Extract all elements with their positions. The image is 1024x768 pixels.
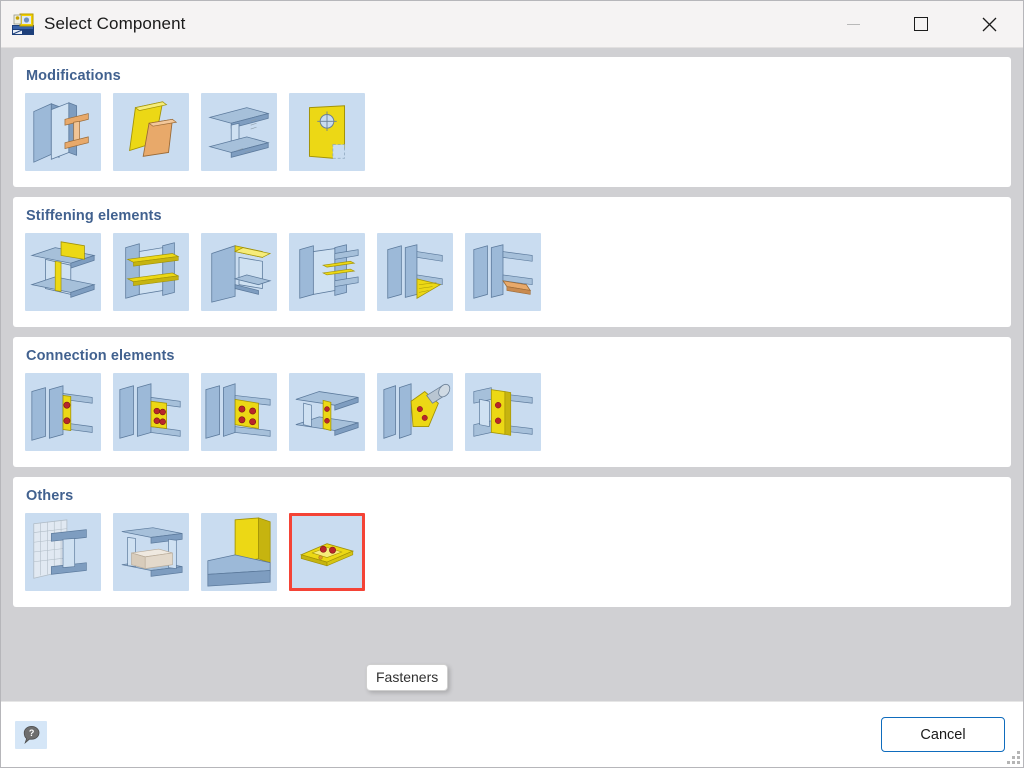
multi-rib-stiffener-icon <box>299 244 359 299</box>
select-component-dialog: Select Component Modifications Stiffening… <box>0 0 1024 768</box>
thumbnail-bolted-plate-connection[interactable] <box>201 373 277 451</box>
thumbnail-row <box>13 513 1011 591</box>
group-connection-elements: Connection elements <box>13 337 1011 467</box>
fasteners-element-icon <box>300 543 354 567</box>
concrete-block-element-icon <box>121 527 183 577</box>
thumbnail-row <box>13 373 1011 451</box>
thumbnail-top-plate-stiffener[interactable] <box>201 233 277 311</box>
beam-notch-modification-icon <box>209 107 269 158</box>
thumbnail-concrete-block-element[interactable] <box>113 513 189 591</box>
web-cleat-connection-icon <box>295 391 359 436</box>
group-title: Stiffening elements <box>26 208 162 224</box>
maximize-button[interactable] <box>887 1 955 47</box>
group-stiffening-elements: Stiffening elements <box>13 197 1011 327</box>
splice-plate-connection-icon <box>473 387 533 437</box>
thumbnail-haunch-stiffener[interactable] <box>377 233 453 311</box>
thumbnail-fin-plate-connection[interactable] <box>113 373 189 451</box>
thumbnail-splice-plate-connection[interactable] <box>465 373 541 451</box>
app-icon <box>12 13 34 35</box>
beam-cut-modification-icon <box>33 102 89 163</box>
group-title: Connection elements <box>26 348 175 364</box>
window-title: Select Component <box>44 14 186 33</box>
bolted-plate-connection-icon <box>205 383 271 439</box>
thumbnail-beam-cut-modification[interactable] <box>25 93 101 171</box>
group-modifications: Modifications <box>13 57 1011 187</box>
thumbnail-fasteners-element[interactable] <box>289 513 365 591</box>
tube-gusset-connection-icon <box>383 381 452 439</box>
thumbnail-angle-stiffener[interactable] <box>465 233 541 311</box>
thumbnail-end-plate-connection[interactable] <box>25 373 101 451</box>
thumbnail-double-flange-stiffener[interactable] <box>113 233 189 311</box>
plate-hole-modification-icon <box>308 105 346 159</box>
thumbnail-web-stiffener[interactable] <box>25 233 101 311</box>
thumbnail-plate-bend-modification[interactable] <box>113 93 189 171</box>
help-button[interactable]: ? <box>15 720 47 749</box>
group-others: Others <box>13 477 1011 607</box>
haunch-stiffener-icon <box>387 244 443 299</box>
thumbnail-multi-rib-stiffener[interactable] <box>289 233 365 311</box>
group-title: Others <box>26 488 74 504</box>
fin-plate-connection-icon <box>119 383 181 439</box>
close-icon <box>982 17 996 31</box>
thumbnail-beam-notch-modification[interactable] <box>201 93 277 171</box>
mesh-wall-element-icon <box>33 519 87 579</box>
thumbnail-weld-seam-element[interactable] <box>201 513 277 591</box>
close-button[interactable] <box>955 1 1023 47</box>
thumbnail-plate-hole-modification[interactable] <box>289 93 365 171</box>
minimize-icon <box>846 23 860 25</box>
svg-text:?: ? <box>28 728 33 738</box>
end-plate-connection-icon <box>31 385 93 441</box>
cancel-button[interactable]: Cancel <box>881 717 1005 752</box>
angle-stiffener-icon <box>473 244 533 299</box>
thumbnail-mesh-wall-element[interactable] <box>25 513 101 591</box>
maximize-icon <box>914 17 928 31</box>
thumbnail-row <box>13 93 1011 171</box>
weld-seam-element-icon <box>207 517 271 587</box>
thumbnail-tube-gusset-connection[interactable] <box>377 373 453 451</box>
plate-bend-modification-icon <box>129 101 177 157</box>
double-flange-stiffener-icon <box>125 242 179 299</box>
group-title: Modifications <box>26 68 121 84</box>
thumbnail-web-cleat-connection[interactable] <box>289 373 365 451</box>
top-plate-stiffener-icon <box>211 245 271 303</box>
title-bar[interactable]: Select Component <box>1 1 1023 48</box>
window-controls <box>819 1 1023 47</box>
help-icon: ? <box>23 725 39 744</box>
minimize-button[interactable] <box>819 1 887 47</box>
resize-grip[interactable] <box>1007 751 1020 764</box>
web-stiffener-icon <box>31 241 95 298</box>
dialog-footer: ? Cancel <box>1 701 1023 767</box>
thumbnail-row <box>13 233 1011 311</box>
component-groups-area: Modifications Stiffening elements Connecti… <box>1 48 1023 701</box>
thumbnail-tooltip: Fasteners <box>366 664 449 691</box>
